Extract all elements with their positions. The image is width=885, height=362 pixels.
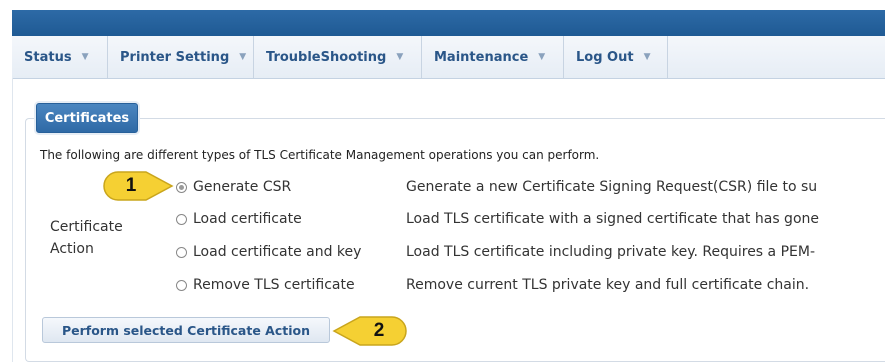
nav-troubleshooting-label: TroubleShooting	[266, 49, 387, 65]
option-load-certificate-and-key[interactable]: Load certificate and key	[176, 241, 361, 263]
perform-certificate-action-button[interactable]: Perform selected Certificate Action	[42, 317, 330, 343]
nav-printer-setting[interactable]: Printer Setting ▼	[108, 36, 254, 78]
certificate-action-label-line1: Certificate	[50, 219, 123, 235]
desc-generate-csr: Generate a new Certificate Signing Reque…	[406, 179, 818, 195]
option-generate-csr-label: Generate CSR	[193, 179, 292, 195]
top-header-bar	[12, 10, 885, 36]
chevron-down-icon: ▼	[81, 52, 89, 62]
desc-load-certificate-and-key: Load TLS certificate including private k…	[406, 244, 816, 260]
certificate-action-label: Certificate Action	[50, 216, 150, 260]
callout-2: 2	[332, 315, 408, 347]
callout-1: 1	[102, 170, 174, 202]
radio-remove-tls-certificate[interactable]	[176, 279, 187, 291]
option-load-certificate-label: Load certificate	[193, 211, 302, 227]
nav-maintenance[interactable]: Maintenance ▼	[422, 36, 564, 78]
radio-generate-csr[interactable]	[176, 181, 187, 193]
option-generate-csr[interactable]: Generate CSR	[176, 176, 291, 198]
nav-printer-setting-label: Printer Setting	[120, 49, 230, 65]
chevron-down-icon: ▼	[538, 52, 546, 62]
certificates-tab: Certificates	[36, 103, 138, 133]
nav-status-label: Status	[24, 49, 72, 65]
desc-load-certificate: Load TLS certificate with a signed certi…	[406, 211, 819, 227]
nav-troubleshooting[interactable]: TroubleShooting ▼	[254, 36, 422, 78]
option-remove-tls-certificate-label: Remove TLS certificate	[193, 277, 355, 293]
option-remove-tls-certificate[interactable]: Remove TLS certificate	[176, 274, 355, 296]
callout-2-number: 2	[373, 320, 385, 341]
content-border	[12, 78, 13, 362]
main-nav: Status ▼ Printer Setting ▼ TroubleShooti…	[12, 36, 885, 79]
desc-remove-tls-certificate: Remove current TLS private key and full …	[406, 277, 810, 293]
callout-1-number: 1	[125, 175, 137, 196]
chevron-down-icon: ▼	[396, 52, 404, 62]
nav-status[interactable]: Status ▼	[12, 36, 108, 78]
option-load-certificate-and-key-label: Load certificate and key	[193, 244, 362, 260]
option-load-certificate[interactable]: Load certificate	[176, 208, 302, 230]
nav-maintenance-label: Maintenance	[434, 49, 529, 65]
certificate-action-label-line2: Action	[50, 241, 94, 257]
radio-load-certificate-and-key[interactable]	[176, 246, 187, 258]
nav-log-out[interactable]: Log Out ▼	[564, 36, 668, 78]
chevron-down-icon: ▼	[643, 52, 651, 62]
chevron-down-icon: ▼	[239, 52, 247, 62]
intro-text: The following are different types of TLS…	[40, 148, 600, 162]
nav-log-out-label: Log Out	[576, 49, 634, 65]
radio-load-certificate[interactable]	[176, 213, 187, 225]
